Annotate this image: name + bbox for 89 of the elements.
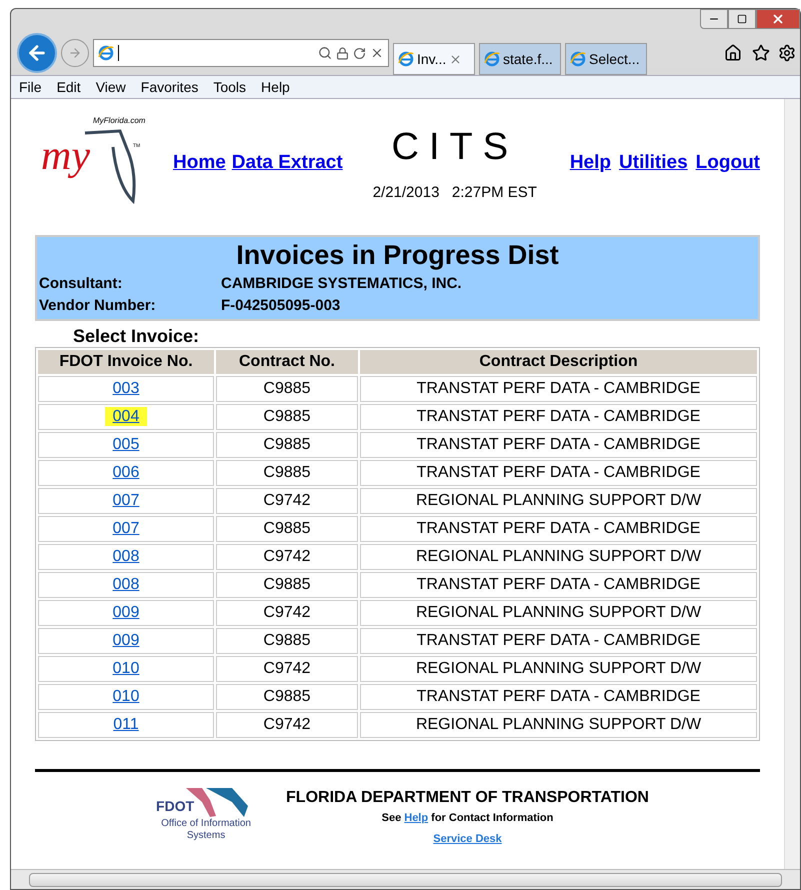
table-cell: TRANSTAT PERF DATA - CAMBRIDGE bbox=[360, 628, 757, 654]
invoice-link[interactable]: 003 bbox=[104, 379, 148, 398]
table-cell: TRANSTAT PERF DATA - CAMBRIDGE bbox=[360, 684, 757, 710]
table-cell: C9742 bbox=[216, 712, 358, 738]
field-label: Consultant: bbox=[39, 274, 124, 294]
browser-logo-icon bbox=[98, 45, 114, 61]
field-label: Vendor Number: bbox=[39, 296, 157, 316]
menu-item[interactable]: Tools bbox=[213, 76, 246, 98]
table-cell: REGIONAL PLANNING SUPPORT D/W bbox=[360, 712, 757, 738]
star-icon[interactable] bbox=[752, 44, 770, 62]
lock-icon bbox=[336, 46, 349, 60]
menu-item[interactable]: Favorites bbox=[140, 76, 198, 98]
close-button[interactable] bbox=[756, 9, 800, 29]
service-desk-link[interactable]: Service Desk bbox=[433, 830, 502, 847]
search-icon[interactable] bbox=[318, 46, 332, 60]
refresh-icon[interactable] bbox=[353, 46, 366, 60]
help-link[interactable]: Help bbox=[404, 812, 428, 824]
browser-logo-icon bbox=[570, 51, 586, 67]
home-icon[interactable] bbox=[724, 44, 742, 62]
table-cell: TRANSTAT PERF DATA - CAMBRIDGE bbox=[360, 404, 757, 430]
close-icon bbox=[771, 12, 785, 26]
panel-title: Invoices in Progress Dist bbox=[235, 239, 560, 272]
nav-link[interactable]: Help bbox=[570, 149, 612, 178]
nav-link[interactable]: Logout bbox=[696, 149, 760, 178]
table-cell: C9885 bbox=[216, 572, 358, 598]
close-icon[interactable] bbox=[370, 46, 384, 60]
back-button[interactable] bbox=[17, 33, 57, 73]
address-field[interactable] bbox=[93, 39, 389, 67]
invoice-link[interactable]: 010 bbox=[104, 687, 148, 706]
table-cell: REGIONAL PLANNING SUPPORT D/W bbox=[360, 656, 757, 682]
menu-item[interactable]: Edit bbox=[56, 76, 81, 98]
column-header: Contract Description bbox=[360, 350, 757, 374]
invoice-link[interactable]: 009 bbox=[104, 631, 148, 650]
table-cell: C9885 bbox=[216, 432, 358, 458]
invoice-link[interactable]: 007 bbox=[104, 519, 148, 538]
table-cell: TRANSTAT PERF DATA - CAMBRIDGE bbox=[360, 516, 757, 542]
table-cell: C9885 bbox=[216, 684, 358, 710]
menu-item[interactable]: View bbox=[96, 76, 126, 98]
horizontal-scrollbar[interactable] bbox=[11, 869, 800, 889]
nav-link[interactable]: Utilities bbox=[619, 149, 688, 178]
table-cell: C9742 bbox=[216, 488, 358, 514]
invoice-link[interactable]: 004 bbox=[104, 407, 148, 426]
contact-note: See Help for Contact Information bbox=[382, 811, 554, 826]
column-header: FDOT Invoice No. bbox=[38, 350, 214, 374]
invoice-link[interactable]: 007 bbox=[104, 491, 148, 510]
table-cell: C9885 bbox=[216, 376, 358, 402]
table-cell: C9742 bbox=[216, 600, 358, 626]
close-icon[interactable] bbox=[449, 52, 462, 66]
column-header: Contract No. bbox=[216, 350, 358, 374]
table-cell: C9885 bbox=[216, 628, 358, 654]
table-cell: TRANSTAT PERF DATA - CAMBRIDGE bbox=[360, 432, 757, 458]
browser-tab[interactable]: Inv... bbox=[393, 43, 475, 75]
table-cell: C9885 bbox=[216, 460, 358, 486]
invoice-link[interactable]: 008 bbox=[104, 575, 148, 594]
date-time: 2/21/2013 2:27PM EST bbox=[372, 183, 537, 203]
table-cell: C9885 bbox=[216, 404, 358, 430]
table-cell: TRANSTAT PERF DATA - CAMBRIDGE bbox=[360, 376, 757, 402]
browser-logo-icon bbox=[398, 51, 414, 67]
settings-icon[interactable] bbox=[778, 44, 796, 62]
vertical-scrollbar[interactable] bbox=[784, 99, 800, 869]
invoice-link[interactable]: 006 bbox=[104, 463, 148, 482]
invoice-link[interactable]: 009 bbox=[104, 603, 148, 622]
restore-button[interactable] bbox=[728, 9, 756, 29]
browser-tab[interactable]: state.f... bbox=[479, 43, 561, 75]
field-value: CAMBRIDGE SYSTEMATICS, INC. bbox=[221, 274, 462, 294]
menu-item[interactable]: File bbox=[19, 76, 42, 98]
invoice-link[interactable]: 008 bbox=[104, 547, 148, 566]
nav-link[interactable]: Data Extract bbox=[232, 149, 343, 178]
table-cell: REGIONAL PLANNING SUPPORT D/W bbox=[360, 488, 757, 514]
nav-link[interactable]: Home bbox=[173, 149, 226, 178]
menu-item[interactable]: Help bbox=[261, 76, 290, 98]
invoice-link[interactable]: 011 bbox=[105, 715, 147, 734]
fdot-logo: FDOT Office of Information Systems bbox=[146, 786, 266, 844]
browser-logo-icon bbox=[484, 51, 500, 67]
table-cell: C9742 bbox=[216, 544, 358, 570]
table-cell: REGIONAL PLANNING SUPPORT D/W bbox=[360, 544, 757, 570]
invoice-link[interactable]: 010 bbox=[104, 659, 148, 678]
app-title: CITS bbox=[392, 125, 518, 170]
table-cell: TRANSTAT PERF DATA - CAMBRIDGE bbox=[360, 460, 757, 486]
table-cell: REGIONAL PLANNING SUPPORT D/W bbox=[360, 600, 757, 626]
department-title: FLORIDA DEPARTMENT OF TRANSPORTATION bbox=[286, 788, 649, 808]
invoice-link[interactable]: 005 bbox=[104, 435, 148, 454]
browser-tab[interactable]: Select... bbox=[565, 43, 647, 75]
field-value: F-042505095-003 bbox=[221, 296, 340, 316]
square-icon bbox=[737, 14, 747, 24]
table-cell: C9885 bbox=[216, 516, 358, 542]
table-cell: TRANSTAT PERF DATA - CAMBRIDGE bbox=[360, 572, 757, 598]
table-cell: C9742 bbox=[216, 656, 358, 682]
select-invoice-label: Select Invoice: bbox=[73, 325, 200, 347]
